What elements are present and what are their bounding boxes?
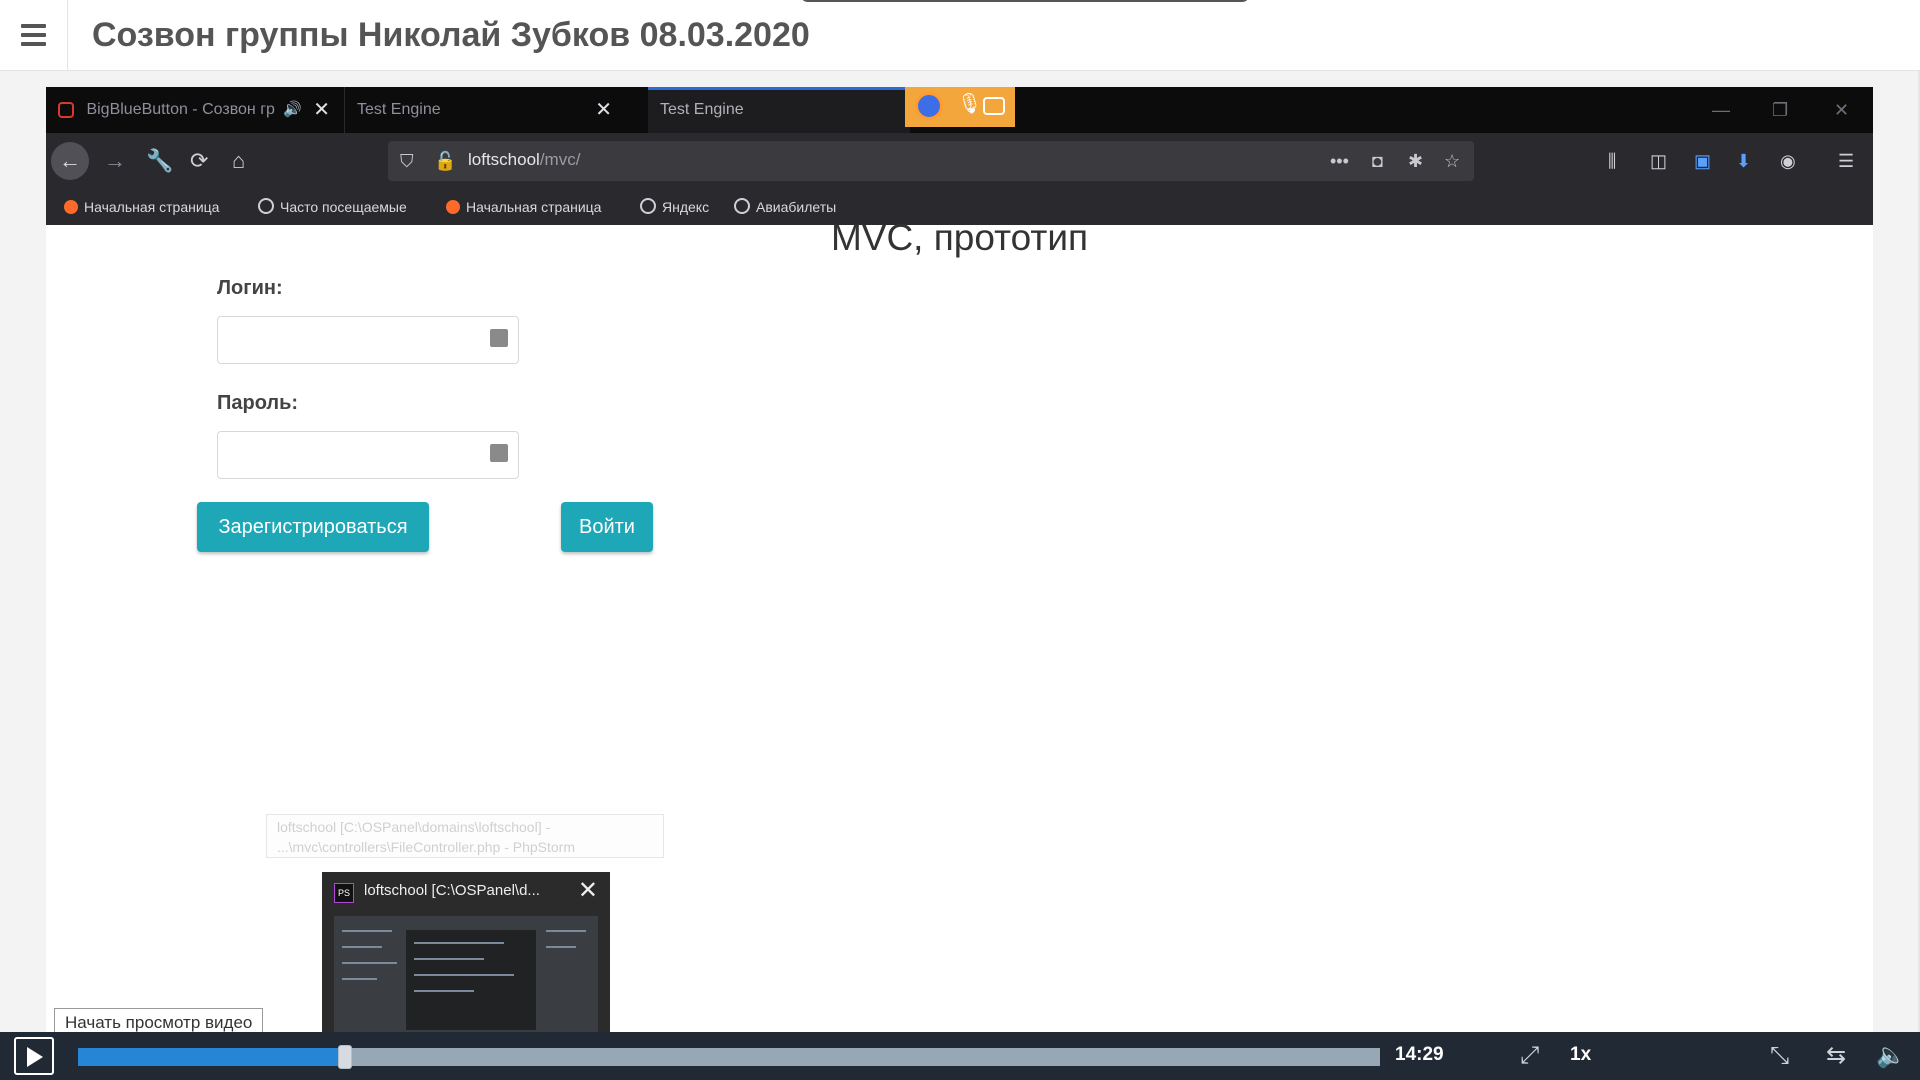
code-line <box>546 930 586 932</box>
code-line <box>342 962 397 964</box>
code-line <box>414 942 504 944</box>
recorded-tab-bbb: BigBlueButton - Созвон гр 🔊 ✕ <box>46 87 342 133</box>
app-menu-icon: ☰ <box>1838 151 1855 171</box>
recorded-tab-label: Test Engine <box>660 101 744 118</box>
firefox-icon <box>915 92 943 120</box>
menu-line <box>21 33 46 37</box>
thumbnail-preview <box>334 916 598 1032</box>
code-line <box>342 930 392 932</box>
taskbar-thumbnail: PS loftschool [C:\OSPanel\d... ✕ <box>322 872 610 1032</box>
code-line <box>342 946 382 948</box>
home-icon: ⌂ <box>232 148 246 173</box>
download-icon: ⬇ <box>1736 151 1752 171</box>
duration-label: 14:29 <box>1395 1044 1444 1065</box>
code-line <box>546 946 576 948</box>
library-icon: ⫼ <box>1608 151 1617 171</box>
sidebar-icon: ◫ <box>1650 151 1668 171</box>
password-manager-icon <box>490 444 508 462</box>
recorded-tab-label: Test Engine <box>357 101 441 118</box>
extension-icon: ✱ <box>1408 151 1424 171</box>
globe-icon <box>640 198 656 214</box>
login-field <box>217 316 519 364</box>
code-line <box>342 978 377 980</box>
bookmark-star-icon: ☆ <box>1444 151 1461 171</box>
bookmark-label: Авиабилеты <box>756 199 837 215</box>
wrench-icon: 🔧 <box>146 148 174 173</box>
progress-fill <box>78 1048 345 1066</box>
fullscreen-icon[interactable]: ⤢ <box>1520 1032 1539 1080</box>
play-icon <box>27 1047 43 1067</box>
phpstorm-icon: PS <box>334 883 354 903</box>
account-icon: ◉ <box>1780 151 1796 171</box>
thumbnail-title: loftschool [C:\OSPanel\d... <box>364 882 540 899</box>
screen-share-icon <box>983 97 1005 115</box>
firefox-icon <box>64 200 78 214</box>
progress-bar[interactable] <box>78 1045 1380 1069</box>
code-line <box>414 990 474 992</box>
firefox-icon <box>446 200 460 214</box>
bbb-favicon-icon <box>58 101 74 118</box>
password-label: Пароль: <box>217 392 299 414</box>
globe-icon <box>734 198 750 214</box>
url-path: /mvc/ <box>539 150 581 169</box>
player-header: Созвон группы Николай Зубков 08.03.2020 <box>0 0 1920 71</box>
recording-indicator: 🎙 <box>905 87 1015 127</box>
gear-icon <box>258 198 274 214</box>
recorded-tab-test-engine-active: Test Engine <box>648 87 910 133</box>
ghost-tooltip: loftschool [C:\OSPanel\domains\loftschoo… <box>266 814 664 858</box>
bookmark-label: Часто посещаемые <box>280 199 407 215</box>
shield-icon: ⛉ <box>400 151 414 171</box>
recorded-url: loftschool/mvc/ <box>468 150 580 170</box>
close-window-icon: ✕ <box>1834 100 1850 120</box>
more-dots-icon: ••• <box>1330 151 1349 171</box>
code-line <box>414 958 484 960</box>
speaker-icon: 🔊 <box>283 101 302 118</box>
video-frame[interactable]: BigBlueButton - Созвон гр 🔊 ✕ Test Engin… <box>46 87 1873 1032</box>
code-line <box>414 974 514 976</box>
forward-arrow-icon: → <box>104 148 126 173</box>
login-label: Логин: <box>217 277 283 299</box>
url-host: loftschool <box>468 150 540 169</box>
recorded-page-heading: MVC, прототип <box>830 217 1089 258</box>
restore-icon: ❐ <box>1772 100 1789 120</box>
register-button: Зарегистрироваться <box>197 502 429 552</box>
progress-handle[interactable] <box>337 1045 352 1069</box>
recorded-tab-strip: BigBlueButton - Созвон гр 🔊 ✕ Test Engin… <box>46 87 1873 133</box>
insecure-lock-icon: 🔓 <box>434 151 457 171</box>
recorded-url-bar: ⛉ 🔓 loftschool/mvc/ ••• ◘ ✱ ☆ <box>388 141 1474 181</box>
close-icon: ✕ <box>595 99 612 121</box>
menu-line <box>21 42 46 46</box>
playback-speed-button[interactable]: 1x <box>1570 1044 1591 1066</box>
hamburger-menu-icon[interactable] <box>0 0 68 71</box>
recorded-tab-test-engine: Test Engine ✕ <box>344 87 684 133</box>
close-icon: ✕ <box>577 877 598 904</box>
top-notch <box>800 0 1250 2</box>
pocket-icon: ◘ <box>1372 151 1383 171</box>
bookmark-label: Начальная страница <box>84 199 220 215</box>
close-icon: ✕ <box>313 99 330 121</box>
play-button[interactable] <box>14 1037 54 1075</box>
volume-icon[interactable]: 🔈 <box>1876 1032 1906 1080</box>
minimize-icon: — <box>1712 100 1730 120</box>
menu-line <box>21 24 46 28</box>
password-field <box>217 431 519 479</box>
microphone-icon: 🎙 <box>957 93 983 115</box>
recorded-nav-bar: ← → 🔧 ⟳ ⌂ ⛉ 🔓 loftschool/mvc/ ••• ◘ ✱ ☆ … <box>46 133 1873 189</box>
recording-title: Созвон группы Николай Зубков 08.03.2020 <box>92 16 810 54</box>
player-controls: 14:29 ⤢ 1x ⤡ ⇆ 🔈 <box>0 1032 1920 1080</box>
swap-layout-icon[interactable]: ⇆ <box>1826 1032 1846 1080</box>
reload-icon: ⟳ <box>190 148 209 173</box>
recorded-tab-label: BigBlueButton - Созвон гр <box>86 101 275 118</box>
password-manager-icon <box>490 329 508 347</box>
code-panel <box>406 930 536 1030</box>
login-button: Войти <box>561 502 653 552</box>
more-tools-icon: ▣ <box>1694 151 1712 171</box>
exit-fullscreen-icon[interactable]: ⤡ <box>1770 1032 1789 1080</box>
bookmark-label: Начальная страница <box>466 199 602 215</box>
bookmark-label: Яндекс <box>662 199 710 215</box>
back-arrow-icon: ← <box>51 142 89 180</box>
